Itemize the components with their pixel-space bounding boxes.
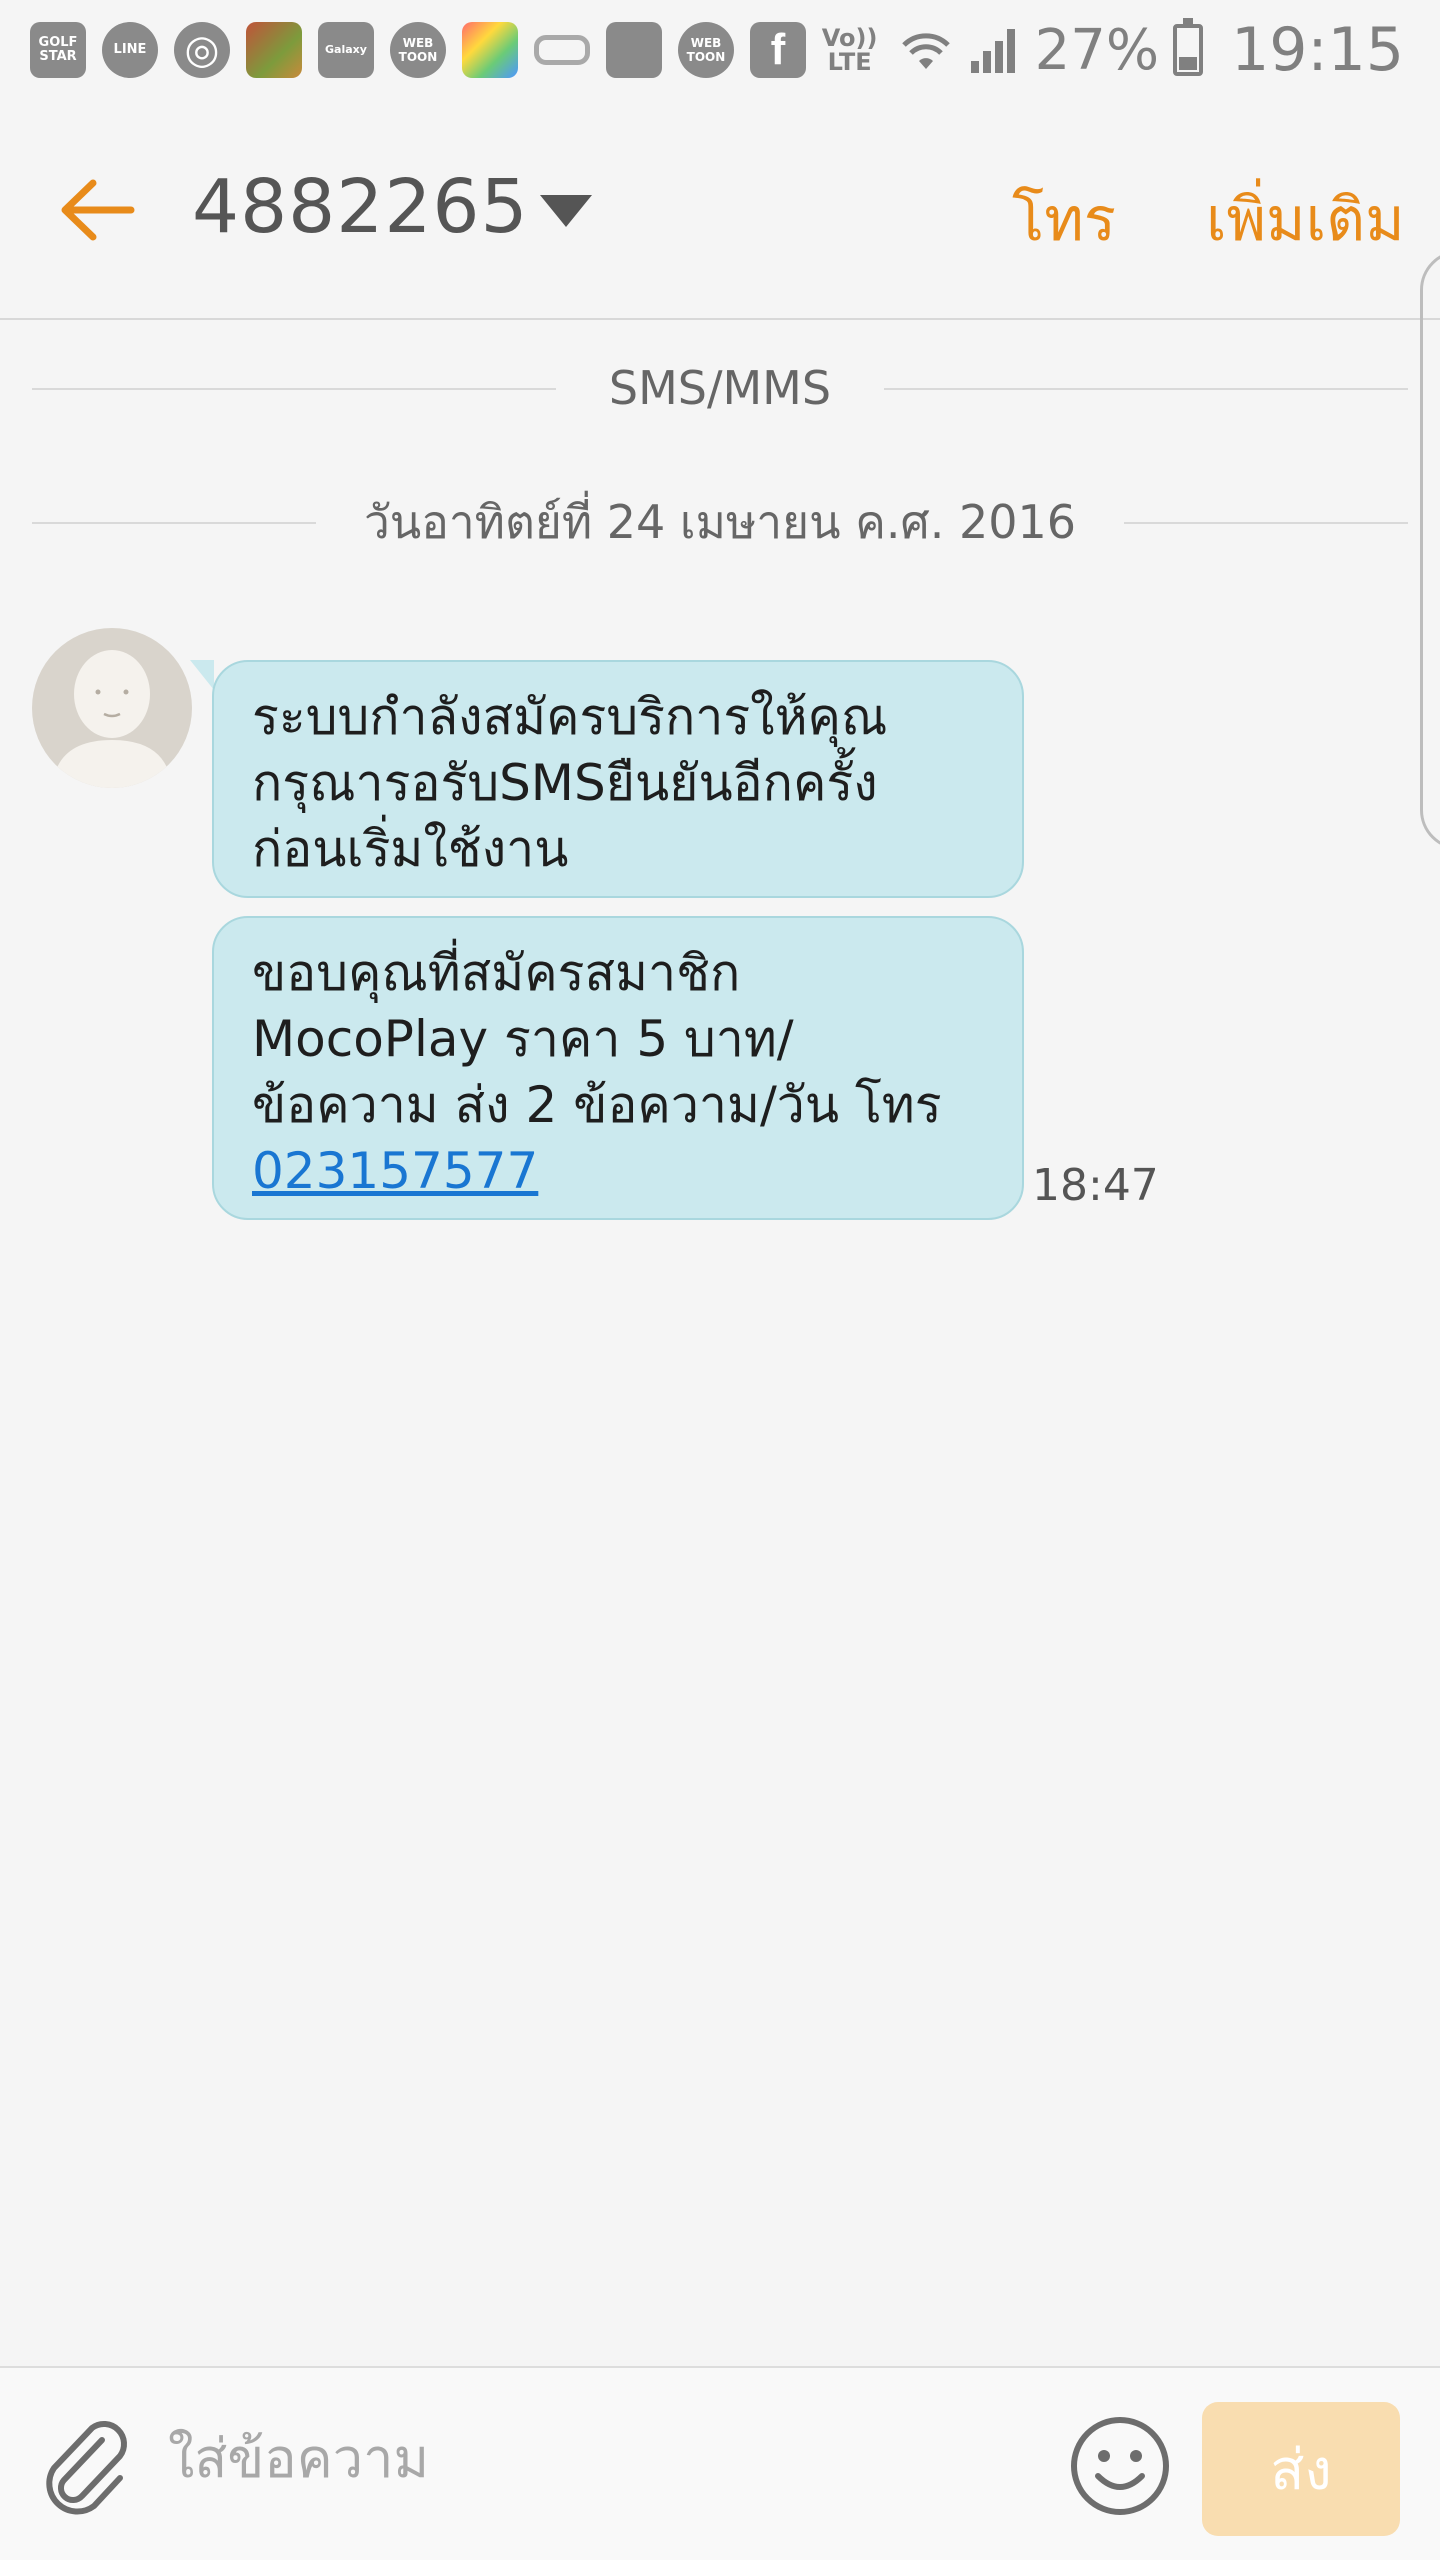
status-bar: GOLF STAR LINE ◎ Galaxy WEB TOON WEB TOO… [0, 0, 1440, 100]
messenger-icon [606, 22, 662, 78]
game-icon [246, 22, 302, 78]
battery-percent: 27% [1034, 17, 1160, 83]
paperclip-icon [46, 2421, 127, 2515]
galaxy-store-icon: Galaxy [318, 22, 374, 78]
smiley-icon [1071, 2417, 1169, 2515]
bubble-tail [190, 660, 214, 690]
channel-label: SMS/MMS [608, 361, 832, 415]
contact-name[interactable]: 4882265 [192, 164, 529, 250]
date-divider: วันอาทิตย์ที่ 24 เมษายน ค.ศ. 2016 [32, 492, 1408, 552]
back-button[interactable] [52, 170, 142, 250]
call-button[interactable]: โทร [1012, 172, 1116, 267]
message-time: 18:47 [1032, 1160, 1159, 1211]
back-arrow-icon [61, 179, 135, 241]
message-text-line: ขอบคุณที่สมัครสมาชิก [252, 944, 741, 1002]
message-text-line: กรุณารอรับSMSยืนยันอีกครั้ง [252, 754, 878, 812]
attach-button[interactable] [40, 2418, 136, 2518]
signal-icon [970, 29, 1015, 73]
facebook-icon: f [750, 22, 806, 78]
message-text-line: ระบบกำลังสมัครบริการให้คุณ [252, 688, 888, 746]
sync-icon: ◎ [174, 22, 230, 78]
message-bubble[interactable]: ขอบคุณที่สมัครสมาชิก MocoPlay ราคา 5 บาท… [212, 916, 1024, 1220]
vr-icon [534, 35, 590, 65]
message-input[interactable] [168, 2408, 1038, 2508]
emoji-button[interactable] [1066, 2412, 1174, 2520]
battery-icon [1173, 18, 1204, 76]
chevron-down-icon[interactable] [540, 195, 592, 227]
volte-indicator: Vo)) LTE [821, 24, 878, 76]
scroll-handle[interactable] [1420, 250, 1440, 850]
send-button[interactable]: ส่ง [1202, 2402, 1400, 2536]
message-text-line: ข้อความ ส่ง 2 ข้อความ/วัน โทร [252, 1076, 942, 1134]
camera-app-icon [462, 22, 518, 78]
message-bubble[interactable]: ระบบกำลังสมัครบริการให้คุณ กรุณารอรับSMS… [212, 660, 1024, 898]
messages-screen: GOLF STAR LINE ◎ Galaxy WEB TOON WEB TOO… [0, 0, 1440, 2560]
compose-bar: ส่ง [0, 2366, 1440, 2560]
channel-divider: SMS/MMS [32, 358, 1408, 418]
golf-star-icon: GOLF STAR [30, 22, 86, 78]
conversation-header: 4882265 โทร เพิ่มเติม [0, 100, 1440, 320]
phone-link[interactable]: 023157577 [252, 1142, 538, 1200]
message-text-line: ก่อนเริ่มใช้งาน [252, 820, 569, 878]
date-label: วันอาทิตย์ที่ 24 เมษายน ค.ศ. 2016 [363, 495, 1077, 549]
system-indicators: Vo)) LTE 27% 19:15 [815, 12, 1404, 88]
message-text-line: MocoPlay ราคา 5 บาท/ [252, 1010, 794, 1068]
wifi-icon [901, 33, 950, 69]
line-icon: LINE [102, 22, 158, 78]
default-contact-icon [52, 650, 172, 788]
webtoon-icon-2: WEB TOON [678, 22, 734, 78]
webtoon-icon: WEB TOON [390, 22, 446, 78]
more-button[interactable]: เพิ่มเติม [1206, 172, 1405, 267]
avatar[interactable] [32, 628, 192, 788]
status-clock: 19:15 [1231, 15, 1404, 85]
